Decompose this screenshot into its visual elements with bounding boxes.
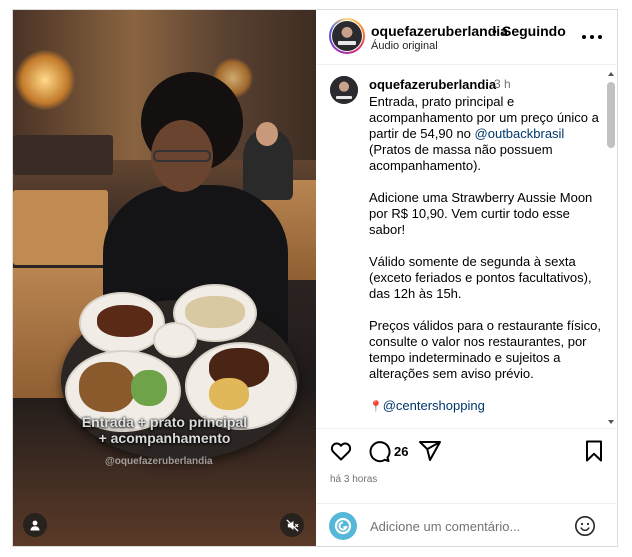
caption-paragraph: Preços válidos para o restaurante físico… xyxy=(369,318,601,381)
post-video[interactable]: Entrada + prato principal + acompanhamen… xyxy=(13,10,316,546)
mention-link[interactable]: @outbackbrasil xyxy=(475,126,565,141)
caption-paragraph: Adicione uma Strawberry Aussie Moon por … xyxy=(369,190,593,237)
salad-food xyxy=(131,370,167,406)
user-tag-button[interactable] xyxy=(23,513,47,537)
header-username[interactable]: oquefazeruberlandia xyxy=(371,23,508,39)
side-bowl xyxy=(153,322,197,358)
comment-input[interactable] xyxy=(370,517,570,535)
location-pin-icon: 📍 xyxy=(369,401,383,413)
caption-avatar[interactable] xyxy=(330,76,358,104)
caption-location: 📍@centershopping xyxy=(369,398,605,415)
booth xyxy=(13,190,108,265)
profile-avatar[interactable] xyxy=(329,18,365,54)
bookmark-icon xyxy=(586,440,602,462)
lamp-light xyxy=(15,50,75,110)
action-bar: 26 há 3 horas xyxy=(316,428,617,503)
caption-paragraph: Entrada, prato principal e acompanhament… xyxy=(369,94,605,174)
post-dialog: Entrada + prato principal + acompanhamen… xyxy=(12,9,618,547)
user-logo-icon xyxy=(334,517,352,535)
glasses xyxy=(153,150,211,162)
scroll-up-arrow[interactable] xyxy=(608,72,614,76)
comment-button[interactable] xyxy=(367,439,391,463)
ribs-food xyxy=(97,305,153,337)
like-button[interactable] xyxy=(329,439,353,463)
background-person-head xyxy=(256,122,278,146)
booth xyxy=(13,135,113,175)
emoji-icon xyxy=(575,516,595,536)
scroll-down-arrow[interactable] xyxy=(608,420,614,424)
comment-bar xyxy=(316,503,617,546)
comment-count: 26 xyxy=(394,444,409,459)
potato-food xyxy=(209,378,249,410)
heart-icon xyxy=(330,442,352,461)
current-user-avatar xyxy=(329,512,357,540)
mute-button[interactable] xyxy=(280,513,304,537)
caption-time: 3 h xyxy=(494,77,511,91)
muted-speaker-icon xyxy=(285,518,299,532)
fried-food xyxy=(79,362,135,412)
caption-username[interactable]: oquefazeruberlandia xyxy=(369,77,496,92)
post-header: oquefazeruberlandia • Seguindo Áudio ori… xyxy=(316,10,617,65)
pasta-food xyxy=(185,296,245,328)
more-dot-icon xyxy=(582,35,586,39)
video-watermark: @oquefazeruberlandia xyxy=(105,456,213,467)
caption-area: oquefazeruberlandia 3 h Entrada, prato p… xyxy=(316,66,617,428)
caption-scrollbar[interactable] xyxy=(605,68,617,428)
following-button[interactable]: Seguindo xyxy=(502,23,566,39)
header-separator: • xyxy=(492,23,497,39)
scroll-thumb[interactable] xyxy=(607,82,615,148)
caption-text: Entrada, prato principal e acompanhament… xyxy=(369,94,605,428)
post-timestamp: há 3 horas xyxy=(330,474,378,485)
comment-icon xyxy=(369,441,391,463)
emoji-button[interactable] xyxy=(574,515,596,537)
video-overlay-text-line2: + acompanhamento xyxy=(98,430,231,446)
post-side-panel: oquefazeruberlandia • Seguindo Áudio ori… xyxy=(316,10,617,546)
video-overlay-text-line1: Entrada + prato principal xyxy=(81,414,248,430)
save-button[interactable] xyxy=(582,439,606,463)
more-options-button[interactable] xyxy=(582,27,602,47)
more-dot-icon xyxy=(598,35,602,39)
person-icon xyxy=(30,520,40,531)
caption-p1-after: (Pratos de massa não possuem acompanhame… xyxy=(369,142,553,173)
more-dot-icon xyxy=(590,35,594,39)
audio-link[interactable]: Áudio original xyxy=(371,40,438,52)
location-mention-link[interactable]: @centershopping xyxy=(383,398,485,413)
share-button[interactable] xyxy=(418,439,442,463)
share-icon xyxy=(419,441,441,461)
caption-paragraph: Válido somente de segunda à sexta (excet… xyxy=(369,254,592,301)
